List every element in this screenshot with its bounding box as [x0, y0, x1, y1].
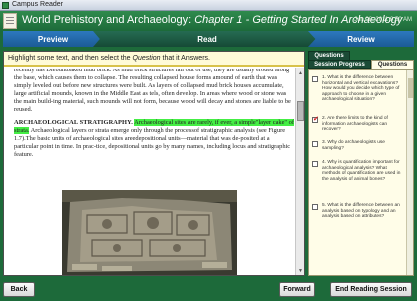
- side-tabs: Questions Session Progress Questions: [308, 51, 414, 69]
- questions-scroll-thumb[interactable]: [408, 78, 413, 98]
- question-checkbox[interactable]: [312, 115, 319, 123]
- tab-preview[interactable]: Preview: [3, 31, 103, 47]
- instruction-suffix: that it Answers.: [160, 55, 210, 62]
- reading-panel: Highlight some text, and then select the…: [3, 51, 305, 276]
- paragraph-2-text[interactable]: Archaeological layers or strata emerge o…: [14, 127, 290, 158]
- window-title: Campus Reader: [12, 1, 63, 8]
- questions-scrollbar[interactable]: [406, 70, 413, 275]
- tab-questions[interactable]: Questions: [371, 60, 414, 69]
- question-text[interactable]: 1. What is the difference between horizo…: [322, 75, 402, 103]
- question-checkbox[interactable]: [312, 161, 318, 167]
- tab-read[interactable]: Read: [93, 31, 321, 47]
- question-checkbox[interactable]: [312, 204, 318, 210]
- question-checkbox[interactable]: [312, 141, 318, 147]
- question-checkbox[interactable]: [312, 76, 318, 82]
- question-text[interactable]: 2. Are there limits to the kind of infor…: [322, 116, 402, 133]
- book-icon: [3, 13, 17, 29]
- reading-scrollbar[interactable]: ▲ ▼: [295, 68, 304, 275]
- end-reading-session-button[interactable]: End Reading Session: [330, 282, 412, 297]
- question-text[interactable]: 4. Why is quantification important for a…: [322, 160, 402, 182]
- instruction-emphasis: Question: [132, 55, 161, 62]
- question-text[interactable]: 3. Why do archaeologists use sampling?: [322, 140, 402, 151]
- paragraph-2[interactable]: ARCHAEOLOGICAL STRATIGRAPHY. Archaeologi…: [14, 118, 294, 159]
- reading-text[interactable]: recently has Diebuntbaked mud brick. As …: [14, 69, 294, 189]
- figure-image: [62, 190, 237, 275]
- back-button[interactable]: Back: [3, 282, 35, 297]
- window-titlebar: Campus Reader: [0, 0, 417, 11]
- paragraph-1[interactable]: recently has Diebuntbaked mud brick. As …: [14, 69, 294, 115]
- question-text[interactable]: 5. What is the difference between an ana…: [322, 203, 402, 220]
- scroll-up-arrow-icon[interactable]: ▲: [297, 69, 304, 76]
- course-name: World Prehistory and Archaeology:: [22, 14, 192, 26]
- scroll-thumb[interactable]: [297, 101, 304, 121]
- course-header: World Prehistory and Archaeology: Chapte…: [0, 11, 417, 31]
- forward-button[interactable]: Forward: [279, 282, 315, 297]
- questions-list: 1. What is the difference between horizo…: [308, 69, 414, 276]
- workflow-nav: Preview Read Review: [3, 31, 414, 47]
- course-title: World Prehistory and Archaeology: Chapte…: [22, 14, 402, 26]
- questions-panel: Questions Session Progress Questions 1. …: [308, 51, 414, 276]
- instruction-bar: Highlight some text, and then select the…: [4, 52, 304, 67]
- app-icon: [2, 2, 9, 9]
- tab-questions-header[interactable]: Questions: [308, 51, 350, 60]
- section-heading: ARCHAEOLOGICAL STRATIGRAPHY.: [14, 118, 133, 126]
- tab-session-progress[interactable]: Session Progress: [308, 60, 371, 69]
- date-stamp: Jun 08, 2011 9:50 AM: [354, 17, 412, 23]
- tab-review[interactable]: Review: [308, 31, 414, 47]
- instruction-prefix: Highlight some text, and then select the: [8, 55, 133, 62]
- scroll-down-arrow-icon[interactable]: ▼: [297, 267, 304, 274]
- footer-bar: Back Forward End Reading Session: [0, 279, 417, 301]
